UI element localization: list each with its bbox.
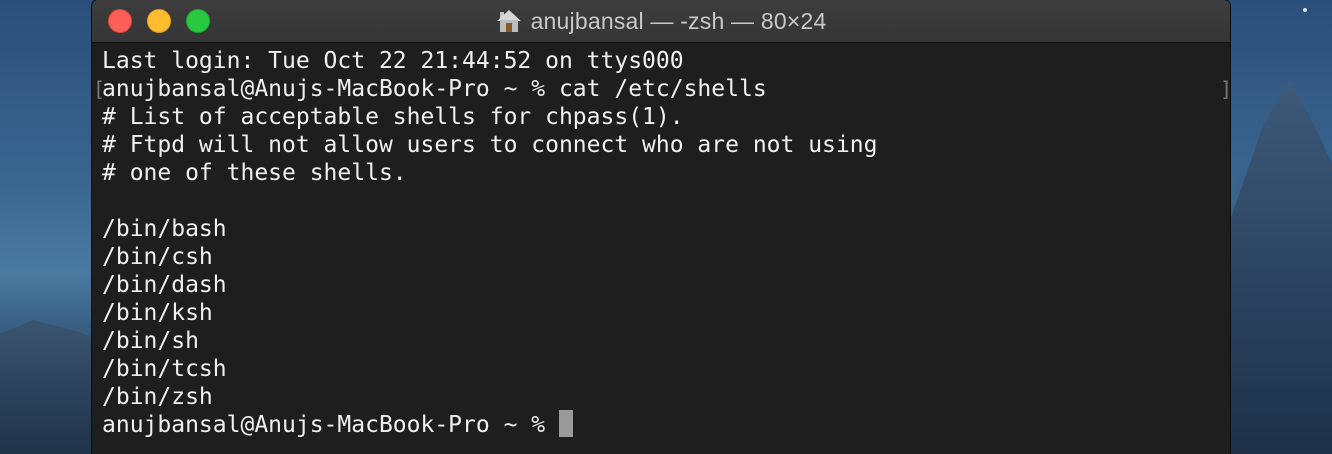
close-button[interactable] [108,9,132,33]
terminal-line: # Ftpd will not allow users to connect w… [102,132,878,158]
window-title-text: anujbansal — -zsh — 80×24 [530,7,827,34]
terminal-output[interactable]: [ ] Last login: Tue Oct 22 21:44:52 on t… [92,43,1230,439]
shell-prompt: anujbansal@Anujs-MacBook-Pro ~ % [102,412,559,438]
terminal-line: /bin/sh [102,328,199,354]
zoom-button[interactable] [186,9,210,33]
terminal-line: Last login: Tue Oct 22 21:44:52 on ttys0… [102,48,684,74]
wallpaper-mountain [1226,80,1332,454]
terminal-line: /bin/dash [102,272,227,298]
terminal-line: anujbansal@Anujs-MacBook-Pro ~ % cat /et… [102,76,767,102]
home-folder-icon [496,10,521,32]
wallpaper-star [1303,8,1307,12]
text-cursor [558,410,573,437]
terminal-window[interactable]: anujbansal — -zsh — 80×24 [ ] Last login… [92,0,1230,454]
terminal-line: # one of these shells. [102,160,407,186]
terminal-line: /bin/bash [102,216,227,242]
terminal-line: /bin/zsh [102,384,213,410]
window-title: anujbansal — -zsh — 80×24 [496,8,827,35]
terminal-line: /bin/ksh [102,300,213,326]
mark-bracket-right: ] [1220,75,1230,103]
title-bar[interactable]: anujbansal — -zsh — 80×24 [92,0,1230,43]
mark-bracket-left: [ [93,77,106,101]
terminal-line: /bin/tcsh [102,356,227,382]
terminal-line: /bin/csh [102,244,213,270]
prompt-line[interactable]: anujbansal@Anujs-MacBook-Pro ~ % [102,410,1230,439]
terminal-line: # List of acceptable shells for chpass(1… [102,104,684,130]
minimize-button[interactable] [147,9,171,33]
window-controls [108,9,210,33]
